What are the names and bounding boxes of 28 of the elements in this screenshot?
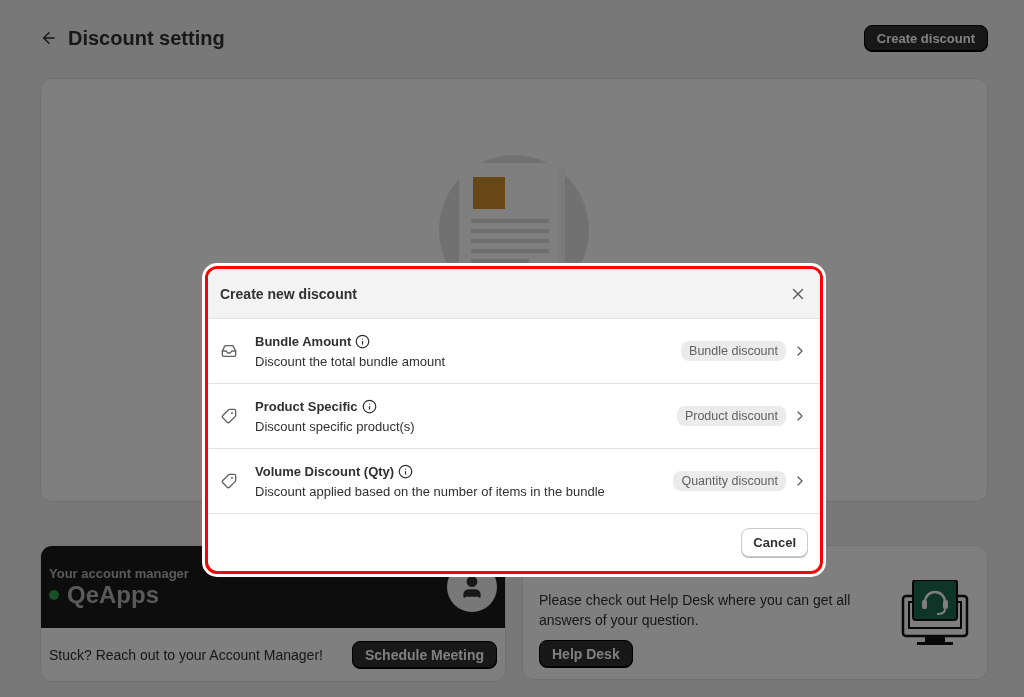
- dialog-title: Create new discount: [220, 285, 357, 302]
- discount-option[interactable]: Volume Discount (Qty) Discount applied based on the number of items in the bundle Quantity discount: [208, 449, 820, 514]
- option-description: Discount the total bundle amount: [255, 353, 447, 369]
- help-desk-button[interactable]: Help Desk: [539, 640, 633, 668]
- discount-type-badge: Bundle discount: [681, 341, 786, 361]
- option-title: Volume Discount (Qty): [255, 463, 395, 479]
- tag-icon: [221, 473, 237, 489]
- account-manager-message: Stuck? Reach out to your Account Manager!: [49, 646, 323, 663]
- info-icon[interactable]: [355, 333, 371, 349]
- cancel-button[interactable]: Cancel: [741, 528, 808, 557]
- option-title: Bundle Amount: [255, 333, 352, 349]
- option-description: Discount applied based on the number of items in the bundle: [255, 483, 606, 499]
- schedule-meeting-button[interactable]: Schedule Meeting: [351, 640, 497, 669]
- inbox-icon: [221, 343, 237, 359]
- info-icon[interactable]: [361, 398, 377, 414]
- option-description: Discount specific product(s): [255, 418, 416, 434]
- discount-type-badge: Product discount: [676, 406, 786, 426]
- create-discount-button[interactable]: Create discount: [863, 24, 988, 52]
- discount-option[interactable]: Product Specific Discount specific product(s) Product discount: [208, 384, 820, 449]
- option-title: Product Specific: [255, 398, 358, 414]
- info-icon[interactable]: [398, 463, 414, 479]
- page-title: Discount setting: [68, 26, 225, 50]
- help-desk-text: Please check out Help Desk where you can get all answers of your question.: [539, 591, 852, 630]
- tag-icon: [221, 408, 237, 424]
- account-manager-name: QeApps: [67, 580, 159, 609]
- discount-option[interactable]: Bundle Amount Discount the total bundle amount Bundle discount: [208, 319, 820, 384]
- account-manager-label: Your account manager: [49, 565, 189, 581]
- discount-type-badge: Quantity discount: [673, 471, 786, 491]
